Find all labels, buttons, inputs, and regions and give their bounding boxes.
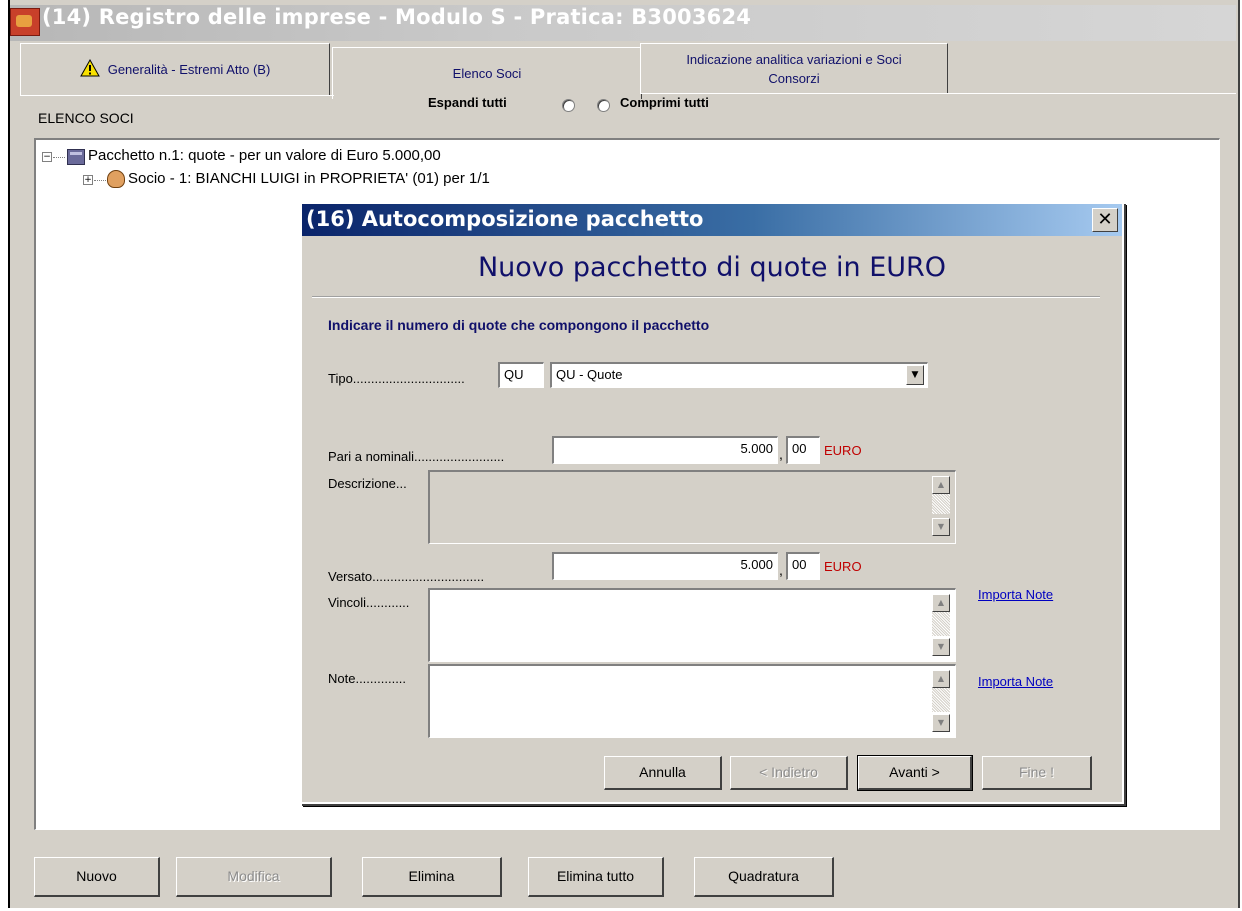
avanti-button[interactable]: Avanti > xyxy=(857,755,973,791)
decimal-separator: , xyxy=(779,446,783,462)
scrollbar-track[interactable] xyxy=(932,494,950,514)
fine-button[interactable]: Fine ! xyxy=(982,756,1092,790)
scrollbar-track[interactable] xyxy=(932,612,950,636)
elimina-button[interactable]: Elimina xyxy=(362,857,502,897)
close-button[interactable]: ✕ xyxy=(1092,208,1118,232)
expand-all-label: Espandi tutti xyxy=(428,95,507,110)
note-importa-note-link[interactable]: Importa Note xyxy=(978,674,1053,689)
tipo-label: Tipo............................... xyxy=(328,371,465,386)
decimal-separator: , xyxy=(779,562,783,578)
warning-icon xyxy=(79,58,100,80)
quadratura-button[interactable]: Quadratura xyxy=(694,857,834,897)
scroll-up-icon[interactable]: ▲ xyxy=(932,594,950,612)
tree-connector xyxy=(53,157,65,158)
note-textarea[interactable] xyxy=(428,664,956,738)
nuovo-button[interactable]: Nuovo xyxy=(34,857,160,897)
scroll-down-icon[interactable]: ▼ xyxy=(932,518,950,536)
indietro-button[interactable]: < Indietro xyxy=(730,756,848,790)
versato-label: Versato............................... xyxy=(328,569,485,584)
tab-generalita-label: Generalità - Estremi Atto (B) xyxy=(107,62,271,77)
tab-elenco-soci[interactable]: Elenco Soci xyxy=(332,47,642,99)
scroll-down-icon[interactable]: ▼ xyxy=(932,638,950,656)
tab-indicazione-analitica[interactable]: Indicazione analitica variazioni e Soci … xyxy=(640,43,948,93)
tipo-select[interactable]: QU - Quote xyxy=(550,362,928,388)
scroll-up-icon[interactable]: ▲ xyxy=(932,476,950,494)
scroll-up-icon[interactable]: ▲ xyxy=(932,670,950,688)
nominali-label: Pari a nominali......................... xyxy=(328,449,505,464)
scrollbar-track[interactable] xyxy=(932,688,950,712)
versato-currency: EURO xyxy=(824,559,862,574)
tab-indicazione-label-line2: Consorzi xyxy=(768,70,820,86)
collapse-all-label: Comprimi tutti xyxy=(620,95,709,110)
package-icon xyxy=(67,149,85,165)
tab-indicazione-label-line1: Indicazione analitica variazioni e Soci xyxy=(686,51,902,67)
tab-elenco-soci-label: Elenco Soci xyxy=(452,66,522,81)
dialog-instruction: Indicare il numero di quote che compongo… xyxy=(328,317,710,333)
annulla-button[interactable]: Annulla xyxy=(604,756,722,790)
vincoli-importa-note-link[interactable]: Importa Note xyxy=(978,587,1053,602)
versato-integer-field[interactable]: 5.000 xyxy=(552,552,778,580)
section-title: ELENCO SOCI xyxy=(38,110,134,126)
tab-divider xyxy=(20,95,334,96)
app-icon xyxy=(10,8,40,36)
dialog-heading: Nuovo pacchetto di quote in EURO xyxy=(477,252,947,283)
autocomposizione-dialog: (16) Autocomposizione pacchetto ✕ Nuovo … xyxy=(300,202,1124,804)
nominali-decimal-field[interactable]: 00 xyxy=(786,436,820,464)
descrizione-textarea xyxy=(428,470,956,544)
collapse-toggle[interactable]: − xyxy=(42,152,52,162)
tree-item-package[interactable]: Pacchetto n.1: quote - per un valore di … xyxy=(88,147,441,164)
tipo-selected-value: QU - Quote xyxy=(556,367,623,382)
nominali-integer-field[interactable]: 5.000 xyxy=(552,436,778,464)
note-label: Note.............. xyxy=(328,671,407,686)
tab-divider xyxy=(640,93,1236,94)
expand-all-radio[interactable] xyxy=(562,99,575,112)
window-title: (14) Registro delle imprese - Modulo S -… xyxy=(42,5,752,29)
tab-generalita[interactable]: Generalità - Estremi Atto (B) xyxy=(20,43,330,95)
person-icon xyxy=(107,170,125,188)
versato-decimal-field[interactable]: 00 xyxy=(786,552,820,580)
heading-divider xyxy=(312,296,1100,298)
chevron-down-icon[interactable]: ▼ xyxy=(906,365,924,385)
expand-toggle[interactable]: + xyxy=(83,175,93,185)
elimina-tutto-button[interactable]: Elimina tutto xyxy=(528,857,664,897)
vincoli-label: Vincoli............ xyxy=(328,595,410,610)
collapse-all-radio[interactable] xyxy=(597,99,610,112)
nominali-currency: EURO xyxy=(824,443,862,458)
vincoli-textarea[interactable] xyxy=(428,588,956,662)
tipo-code-field[interactable]: QU xyxy=(498,362,544,388)
dialog-title: (16) Autocomposizione pacchetto xyxy=(306,207,704,231)
tree-item-socio[interactable]: Socio - 1: BIANCHI LUIGI in PROPRIETA' (… xyxy=(128,170,490,187)
close-icon: ✕ xyxy=(1097,209,1113,230)
descrizione-label: Descrizione... xyxy=(328,476,407,491)
modifica-button[interactable]: Modifica xyxy=(176,857,332,897)
tree-connector xyxy=(94,180,106,181)
scroll-down-icon[interactable]: ▼ xyxy=(932,714,950,732)
